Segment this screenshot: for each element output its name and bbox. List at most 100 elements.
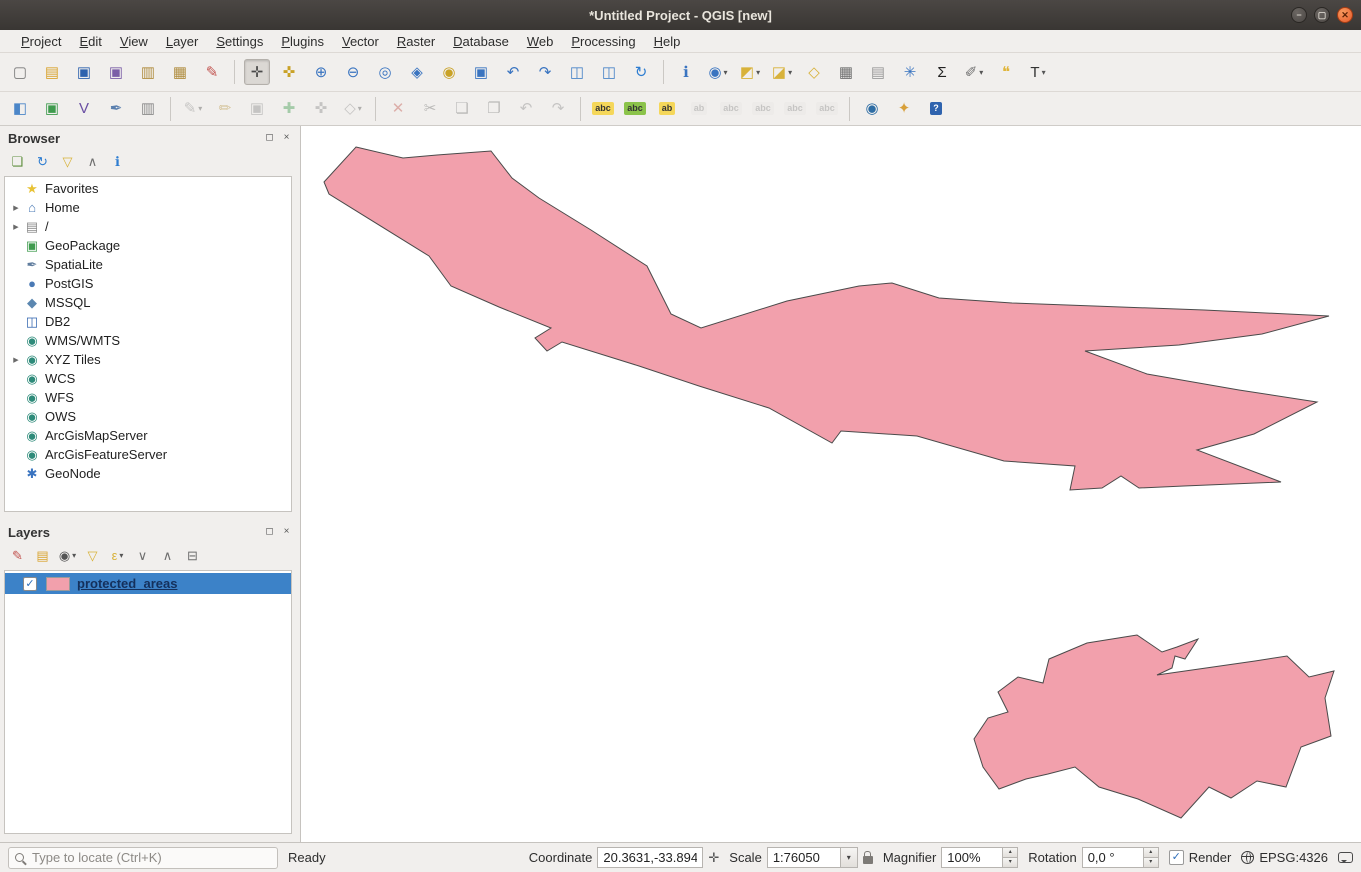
dropdown-arrow-icon[interactable]: ▾ (72, 551, 76, 560)
statistical-summary-button[interactable]: Σ (929, 59, 955, 85)
scale-dropdown-icon[interactable]: ▾ (841, 847, 858, 868)
layer-checkbox[interactable]: ✓ (23, 577, 37, 591)
scale-input[interactable] (767, 847, 841, 868)
locate-input[interactable] (30, 849, 271, 866)
browser-item-mssql[interactable]: ◆MSSQL (5, 293, 291, 312)
coordinate-input[interactable] (597, 847, 703, 868)
browser-item-xyz-tiles[interactable]: ▶◉XYZ Tiles (5, 350, 291, 369)
menu-settings[interactable]: Settings (207, 32, 272, 51)
rotation-up-icon[interactable]: ▴ (1144, 847, 1159, 857)
collapse-all-layers-button[interactable]: ∧ (156, 544, 179, 566)
open-project-button[interactable]: ▤ (39, 59, 65, 85)
dropdown-arrow-icon[interactable]: ▾ (724, 68, 728, 77)
show-hide-labels-button[interactable]: abc (718, 96, 744, 122)
remove-layer-button[interactable]: ⊟ (181, 544, 204, 566)
new-map-view-button[interactable]: ◫ (564, 59, 590, 85)
dropdown-arrow-icon[interactable]: ▾ (198, 104, 202, 113)
menu-layer[interactable]: Layer (157, 32, 208, 51)
dropdown-arrow-icon[interactable]: ▾ (119, 551, 123, 560)
open-layer-styling-button[interactable]: ✎ (6, 544, 29, 566)
maximize-button[interactable]: ▢ (1314, 7, 1330, 23)
delete-selected-button[interactable]: ✕ (385, 96, 411, 122)
help-contents-button[interactable]: ? (923, 96, 949, 122)
new-project-button[interactable]: ▢ (7, 59, 33, 85)
filter-browser-button[interactable]: ▽ (56, 150, 79, 172)
layer-item-protected-areas[interactable]: ✓protected_areas (5, 573, 291, 594)
new-3d-map-view-button[interactable]: ◫ (596, 59, 622, 85)
browser-item-geopackage[interactable]: ▣GeoPackage (5, 236, 291, 255)
zoom-full-button[interactable]: ◈ (404, 59, 430, 85)
browser-item-root[interactable]: ▶▤/ (5, 217, 291, 236)
rotation-input[interactable] (1082, 847, 1144, 868)
magnifier-input[interactable] (941, 847, 1003, 868)
cut-features-button[interactable]: ✂ (417, 96, 443, 122)
browser-item-wfs[interactable]: ◉WFS (5, 388, 291, 407)
browser-item-wcs[interactable]: ◉WCS (5, 369, 291, 388)
browser-item-spatialite[interactable]: ✒SpatiaLite (5, 255, 291, 274)
add-group-button[interactable]: ▤ (31, 544, 54, 566)
rotation-down-icon[interactable]: ▾ (1144, 857, 1159, 868)
browser-item-arcgismapserver[interactable]: ◉ArcGisMapServer (5, 426, 291, 445)
browser-item-postgis[interactable]: ●PostGIS (5, 274, 291, 293)
toggle-editing-button[interactable]: ✏ (212, 96, 238, 122)
message-log-icon[interactable] (1338, 852, 1353, 863)
menu-help[interactable]: Help (645, 32, 690, 51)
filter-by-expression-button[interactable]: ε▾ (106, 544, 129, 566)
render-checkbox[interactable]: ✓ (1169, 850, 1184, 865)
browser-item-geonode[interactable]: ✱GeoNode (5, 464, 291, 483)
enable-properties-widget-button[interactable]: ℹ (106, 150, 129, 172)
zoom-native-button[interactable]: ◎ (372, 59, 398, 85)
zoom-next-button[interactable]: ↷ (532, 59, 558, 85)
zoom-last-button[interactable]: ↶ (500, 59, 526, 85)
refresh-map-button[interactable]: ↻ (628, 59, 654, 85)
run-feature-action-button[interactable]: ◉▾ (705, 59, 731, 85)
copy-features-button[interactable]: ❏ (449, 96, 475, 122)
browser-item-arcgisfeatureserver[interactable]: ◉ArcGisFeatureServer (5, 445, 291, 464)
redo-button[interactable]: ↷ (545, 96, 571, 122)
browser-float-icon[interactable]: ◻ (264, 133, 275, 144)
identify-features-button[interactable]: ℹ (673, 59, 699, 85)
settings-gear-button[interactable]: ✳ (897, 59, 923, 85)
zoom-to-selection-button[interactable]: ◉ (436, 59, 462, 85)
magnifier-up-icon[interactable]: ▴ (1003, 847, 1018, 857)
zoom-to-layer-button[interactable]: ▣ (468, 59, 494, 85)
zoom-out-button[interactable]: ⊖ (340, 59, 366, 85)
save-project-button[interactable]: ▣ (71, 59, 97, 85)
rotate-label-button[interactable]: abc (782, 96, 808, 122)
open-attribute-table-button[interactable]: ▦ (833, 59, 859, 85)
refresh-browser-button[interactable]: ↻ (31, 150, 54, 172)
new-shapefile-layer-button[interactable]: V (71, 96, 97, 122)
layer-diagram-options-button[interactable]: abc (622, 96, 648, 122)
map-canvas[interactable] (301, 126, 1361, 842)
highlight-pinned-labels-button[interactable]: ab (654, 96, 680, 122)
zoom-in-button[interactable]: ⊕ (308, 59, 334, 85)
browser-item-db2[interactable]: ◫DB2 (5, 312, 291, 331)
browser-item-wms-wmts[interactable]: ◉WMS/WMTS (5, 331, 291, 350)
dropdown-arrow-icon[interactable]: ▾ (788, 68, 792, 77)
menu-web[interactable]: Web (518, 32, 563, 51)
expand-all-button[interactable]: ∨ (131, 544, 154, 566)
menu-plugins[interactable]: Plugins (272, 32, 333, 51)
add-selected-layers-button[interactable]: ❏ (6, 150, 29, 172)
select-features-button[interactable]: ◩▾ (737, 59, 763, 85)
new-virtual-layer-button[interactable]: ▥ (135, 96, 161, 122)
dropdown-arrow-icon[interactable]: ▾ (358, 104, 362, 113)
menu-processing[interactable]: Processing (562, 32, 644, 51)
dropdown-arrow-icon[interactable]: ▾ (756, 68, 760, 77)
save-layer-edits-button[interactable]: ▣ (244, 96, 270, 122)
vertex-tool-button[interactable]: ◇▾ (340, 96, 366, 122)
close-button[interactable]: ✕ (1337, 7, 1353, 23)
pan-to-selection-button[interactable]: ✜ (276, 59, 302, 85)
plugin-tool-button[interactable]: ✦ (891, 96, 917, 122)
browser-item-home[interactable]: ▶⌂Home (5, 198, 291, 217)
undo-button[interactable]: ↶ (513, 96, 539, 122)
minimize-button[interactable]: − (1291, 7, 1307, 23)
menu-database[interactable]: Database (444, 32, 518, 51)
osm-place-search-button[interactable]: ◉ (859, 96, 885, 122)
magnifier-down-icon[interactable]: ▾ (1003, 857, 1018, 868)
style-manager-button[interactable]: ✎ (199, 59, 225, 85)
save-project-as-button[interactable]: ▣ (103, 59, 129, 85)
toggle-extents-icon[interactable]: ✛ (708, 851, 719, 864)
filter-legend-button[interactable]: ▽ (81, 544, 104, 566)
locate-box[interactable] (8, 847, 278, 869)
